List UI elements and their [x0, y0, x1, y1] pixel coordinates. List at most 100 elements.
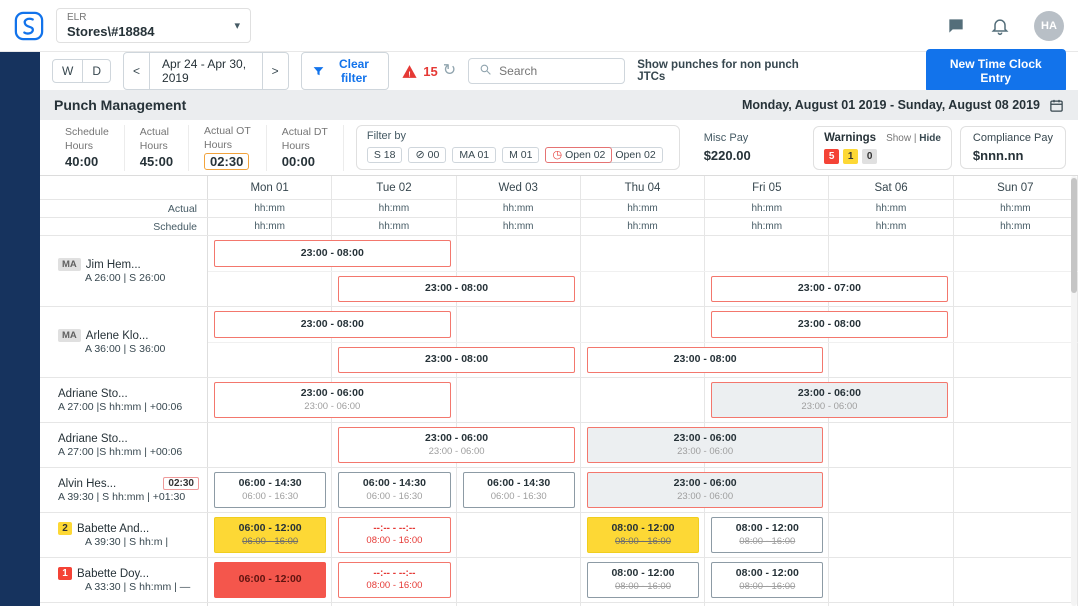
- shift-time: 23:00 - 06:00: [300, 387, 364, 399]
- filter-by-label: Filter by: [366, 130, 406, 142]
- shift-cell[interactable]: 23:00 - 06:00 23:00 - 06:00: [214, 382, 451, 418]
- day-cell[interactable]: [954, 343, 1078, 377]
- warning-count-badge[interactable]: 1: [843, 148, 859, 164]
- day-cell[interactable]: [457, 558, 581, 602]
- day-cell[interactable]: [457, 378, 581, 422]
- warnings-hide[interactable]: Hide: [919, 133, 941, 144]
- shift-cell[interactable]: 06:00 - 14:30 06:00 - 16:30: [214, 472, 327, 508]
- day-cell[interactable]: [208, 343, 333, 377]
- shift-cell[interactable]: 06:00 - 12:00 06:00 - 16:00: [214, 517, 327, 553]
- shift-cell[interactable]: 23:00 - 08:00: [711, 311, 948, 338]
- day-cell[interactable]: [829, 558, 954, 602]
- day-cell[interactable]: [829, 236, 954, 271]
- shift-cell[interactable]: 06:00 - 12:00: [214, 562, 327, 598]
- employee-info[interactable]: MA Arlene Klo... A 36:00 | S 36:00: [40, 307, 208, 377]
- day-cell[interactable]: [581, 236, 706, 271]
- shift-cell[interactable]: 08:00 - 12:00 08:00 - 16:00: [586, 517, 700, 553]
- scrollbar-thumb[interactable]: [1071, 178, 1077, 293]
- shift-cell[interactable]: 23:00 - 08:00: [586, 347, 824, 373]
- day-cell[interactable]: [954, 423, 1078, 467]
- day-cell[interactable]: [954, 558, 1078, 602]
- scrollbar[interactable]: [1071, 176, 1077, 606]
- sidebar-item-dashboard[interactable]: [10, 68, 30, 88]
- warnings-show[interactable]: Show: [886, 133, 911, 144]
- filter-chip[interactable]: ⊘ 00: [408, 147, 447, 163]
- employee-info[interactable]: Adriane Sto... A 27:00 |S hh:mm | +00:06: [40, 378, 208, 422]
- shift-cell[interactable]: 23:00 - 06:00 23:00 - 06:00: [711, 382, 948, 418]
- day-cell[interactable]: [457, 236, 581, 271]
- shift-cell[interactable]: 06:00 - 14:30 06:00 - 16:30: [462, 472, 575, 508]
- shift-cell[interactable]: 08:00 - 12:00 08:00 - 16:00: [586, 562, 700, 598]
- shift-cell[interactable]: 23:00 - 06:00 23:00 - 06:00: [586, 427, 824, 463]
- day-cell[interactable]: [705, 236, 830, 271]
- avatar[interactable]: HA: [1034, 10, 1064, 41]
- day-cell[interactable]: [581, 378, 706, 422]
- shift-cell[interactable]: 06:00 - 14:30 06:00 - 16:30: [338, 472, 451, 508]
- shift-cell[interactable]: 23:00 - 08:00: [338, 276, 575, 302]
- filter-chip[interactable]: ◷ Open 02: [545, 147, 613, 163]
- filter-chip[interactable]: S 18: [366, 147, 403, 163]
- notifications-bell-icon[interactable]: [990, 16, 1010, 36]
- shift-cell[interactable]: 23:00 - 08:00: [214, 240, 451, 267]
- store-selector[interactable]: ELR Stores\#18884 ▾: [56, 7, 251, 44]
- day-cell[interactable]: [829, 513, 954, 557]
- day-cell[interactable]: [829, 343, 954, 377]
- sidebar-item-time-clock[interactable]: [10, 146, 30, 166]
- shift-cell[interactable]: 23:00 - 08:00: [338, 347, 575, 373]
- search-input[interactable]: [499, 64, 615, 78]
- day-cell[interactable]: [954, 307, 1078, 342]
- day-cell[interactable]: [954, 236, 1078, 271]
- calendar-picker-icon[interactable]: [1049, 98, 1064, 113]
- alerts-indicator[interactable]: ! 15 ↻: [401, 63, 456, 80]
- sidebar-item-settings[interactable]: [10, 574, 30, 594]
- warning-count-badge[interactable]: 0: [862, 148, 878, 164]
- employee-info[interactable]: 1 Babette Doy... A 33:30 | S hh:mm | —: [40, 558, 208, 602]
- sidebar-item-pay[interactable]: $: [10, 185, 30, 205]
- day-cell[interactable]: [581, 307, 706, 342]
- day-cell[interactable]: [208, 272, 333, 306]
- filter-chip[interactable]: MA 01: [452, 147, 497, 163]
- shift-cell[interactable]: 23:00 - 06:00 23:00 - 06:00: [338, 427, 575, 463]
- day-cell[interactable]: [954, 272, 1078, 306]
- shift-cell[interactable]: 08:00 - 12:00 08:00 - 16:00: [711, 562, 824, 598]
- shift-time: 23:00 - 07:00: [797, 282, 861, 295]
- employee-info[interactable]: Alvin Hes... 02:30 A 39:30 | S hh:mm | +01…: [40, 468, 208, 512]
- page-title: Punch Management: [54, 97, 187, 113]
- shift-cell[interactable]: 23:00 - 06:00 23:00 - 06:00: [586, 472, 824, 508]
- clear-filter-button[interactable]: Clear filter: [300, 52, 390, 90]
- day-cell[interactable]: [829, 468, 954, 512]
- day-cell[interactable]: [208, 423, 333, 467]
- refresh-icon[interactable]: ↻: [443, 63, 456, 79]
- shift-cell[interactable]: 23:00 - 07:00: [711, 276, 948, 302]
- day-cell[interactable]: [457, 307, 581, 342]
- day-cell[interactable]: [954, 378, 1078, 422]
- employee-info[interactable]: Adriane Sto... A 27:00 |S hh:mm | +00:06: [40, 423, 208, 467]
- day-cell[interactable]: [581, 272, 706, 306]
- filter-chip[interactable]: M 01: [502, 147, 540, 163]
- day-cell[interactable]: [829, 423, 954, 467]
- employee-info[interactable]: 2 Babette And... A 39:30 | S hh:m |: [40, 513, 208, 557]
- warning-count-badge[interactable]: 5: [824, 148, 840, 164]
- prev-week-button[interactable]: <: [123, 52, 151, 90]
- shift-cell[interactable]: --:-- - --:-- 08:00 - 16:00: [338, 562, 451, 598]
- shift-cell[interactable]: 08:00 - 12:00 08:00 - 16:00: [711, 517, 824, 553]
- employee-row: 1 Babette Doy... A 33:30 | S hh:mm | — 06:0…: [40, 558, 1078, 603]
- day-cell[interactable]: [457, 513, 581, 557]
- sidebar-item-schedule[interactable]: [10, 263, 30, 283]
- employee-info[interactable]: MA Jim Hem... A 26:00 | S 26:00: [40, 236, 208, 306]
- sidebar-item-reports[interactable]: [10, 224, 30, 244]
- time-placeholder: hh:mm: [829, 218, 954, 235]
- next-week-button[interactable]: >: [262, 52, 289, 90]
- shift-cell[interactable]: --:-- - --:-- 08:00 - 16:00: [338, 517, 451, 553]
- sidebar-item-calendar[interactable]: [10, 107, 30, 127]
- warnings-show-hide-toggle[interactable]: Show | Hide: [886, 133, 941, 144]
- chat-icon[interactable]: [946, 16, 966, 36]
- shift-cell[interactable]: 23:00 - 08:00: [214, 311, 451, 338]
- week-view-button[interactable]: W: [52, 59, 84, 83]
- shift-schedule-time: 06:00 - 16:30: [490, 490, 547, 502]
- new-time-clock-entry-button[interactable]: New Time Clock Entry: [925, 49, 1066, 93]
- day-cell[interactable]: [954, 468, 1078, 512]
- date-range[interactable]: Apr 24 - Apr 30, 2019: [150, 52, 263, 90]
- day-view-button[interactable]: D: [83, 59, 111, 83]
- day-cell[interactable]: [954, 513, 1078, 557]
